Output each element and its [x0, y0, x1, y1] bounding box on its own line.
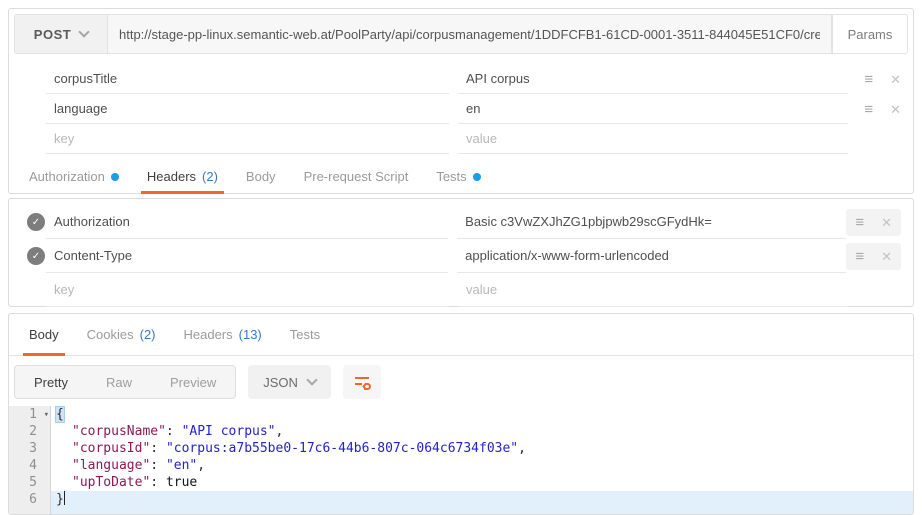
check-icon: ✓	[32, 217, 40, 228]
header-key-input[interactable]	[46, 248, 448, 263]
response-tab-cookies[interactable]: Cookies (2)	[81, 314, 162, 355]
close-icon[interactable]: ✕	[890, 103, 901, 116]
enabled-checkbox[interactable]: ✓	[27, 247, 45, 265]
code-line: 4 "language": "en",	[9, 457, 913, 474]
line-number: 4	[9, 457, 51, 474]
params-button[interactable]: Params	[832, 14, 908, 54]
view-mode-group: Pretty Raw Preview	[14, 365, 236, 399]
chevron-down-icon	[79, 26, 90, 37]
code-line: 1▾ {	[9, 406, 913, 423]
format-select[interactable]: JSON	[248, 365, 331, 399]
unsaved-dot-icon	[111, 173, 119, 181]
param-key-input[interactable]	[46, 101, 449, 116]
line-number: 6	[9, 491, 51, 514]
params-editor: ≡ ✕ ≡ ✕	[9, 64, 913, 154]
url-input[interactable]	[108, 27, 831, 42]
param-value-input[interactable]	[458, 71, 848, 86]
fold-arrow-icon[interactable]: ▾	[44, 407, 49, 424]
response-tab-headers[interactable]: Headers (13)	[178, 314, 268, 355]
header-row: ✓ ≡ ✕	[9, 239, 913, 273]
response-headers-count: (13)	[239, 327, 262, 342]
unsaved-dot-icon	[473, 173, 481, 181]
tab-tests[interactable]: Tests	[430, 160, 486, 193]
code-line: 3 "corpusId": "corpus:a7b55be0-17c6-44b6…	[9, 440, 913, 457]
request-tabs: Authorization Headers (2) Body Pre-reque…	[9, 160, 913, 193]
close-icon[interactable]: ✕	[890, 73, 901, 86]
chevron-down-icon	[306, 374, 317, 385]
header-value-input[interactable]	[457, 214, 846, 229]
text-cursor	[64, 491, 65, 505]
url-bar: POST Params	[14, 14, 908, 54]
response-tab-tests[interactable]: Tests	[284, 314, 326, 355]
header-value-input[interactable]	[457, 248, 846, 263]
response-view-toolbar: Pretty Raw Preview JSON	[14, 364, 913, 400]
close-icon[interactable]: ✕	[881, 216, 892, 229]
header-row-empty	[9, 273, 913, 307]
code-line: 2 "corpusName": "API corpus",	[9, 423, 913, 440]
preview-button[interactable]: Preview	[151, 366, 235, 398]
check-icon: ✓	[32, 251, 40, 262]
cookies-count: (2)	[140, 327, 156, 342]
response-tab-body[interactable]: Body	[23, 314, 65, 355]
code-line: 5 "upToDate": true	[9, 474, 913, 491]
tab-body[interactable]: Body	[240, 160, 282, 193]
response-panel: Body Cookies (2) Headers (13) Tests Pret…	[8, 313, 914, 515]
param-row-empty	[9, 124, 913, 154]
drag-handle-icon[interactable]: ≡	[864, 72, 873, 87]
param-key-input[interactable]	[46, 131, 449, 146]
pretty-button[interactable]: Pretty	[15, 366, 87, 398]
url-field-wrap	[108, 14, 832, 54]
header-key-input[interactable]	[46, 214, 448, 229]
drag-handle-icon[interactable]: ≡	[855, 249, 864, 264]
close-icon[interactable]: ✕	[881, 250, 892, 263]
wrap-text-icon	[353, 374, 371, 390]
method-select[interactable]: POST	[14, 14, 108, 54]
code-line-active: 6 }	[9, 491, 913, 515]
line-number: 1▾	[9, 406, 51, 423]
enabled-checkbox[interactable]: ✓	[27, 213, 45, 231]
wrap-lines-button[interactable]	[343, 365, 381, 399]
tab-authorization[interactable]: Authorization	[23, 160, 125, 193]
param-key-input[interactable]	[46, 71, 449, 86]
param-row: ≡ ✕	[9, 94, 913, 124]
format-label: JSON	[263, 375, 298, 390]
headers-count: (2)	[202, 169, 218, 184]
tab-headers[interactable]: Headers (2)	[141, 160, 224, 193]
header-value-input[interactable]	[458, 282, 848, 297]
headers-editor-panel: ✓ ≡ ✕ ✓	[8, 198, 914, 307]
drag-handle-icon[interactable]: ≡	[864, 102, 873, 117]
params-button-label: Params	[848, 27, 893, 42]
param-value-input[interactable]	[458, 101, 848, 116]
line-number: 2	[9, 423, 51, 440]
line-number: 3	[9, 440, 51, 457]
response-body-editor[interactable]: 1▾ { 2 "corpusName": "API corpus", 3 "co…	[9, 406, 913, 515]
param-row: ≡ ✕	[9, 64, 913, 94]
raw-button[interactable]: Raw	[87, 366, 151, 398]
method-label: POST	[34, 27, 71, 42]
headers-editor: ✓ ≡ ✕ ✓	[9, 205, 913, 307]
header-row: ✓ ≡ ✕	[9, 205, 913, 239]
header-key-input[interactable]	[46, 282, 449, 297]
line-number: 5	[9, 474, 51, 491]
param-value-input[interactable]	[458, 131, 848, 146]
response-tabs: Body Cookies (2) Headers (13) Tests	[9, 314, 913, 356]
drag-handle-icon[interactable]: ≡	[855, 215, 864, 230]
request-builder-panel: POST Params ≡ ✕	[8, 8, 914, 194]
tab-pre-request-script[interactable]: Pre-request Script	[298, 160, 415, 193]
